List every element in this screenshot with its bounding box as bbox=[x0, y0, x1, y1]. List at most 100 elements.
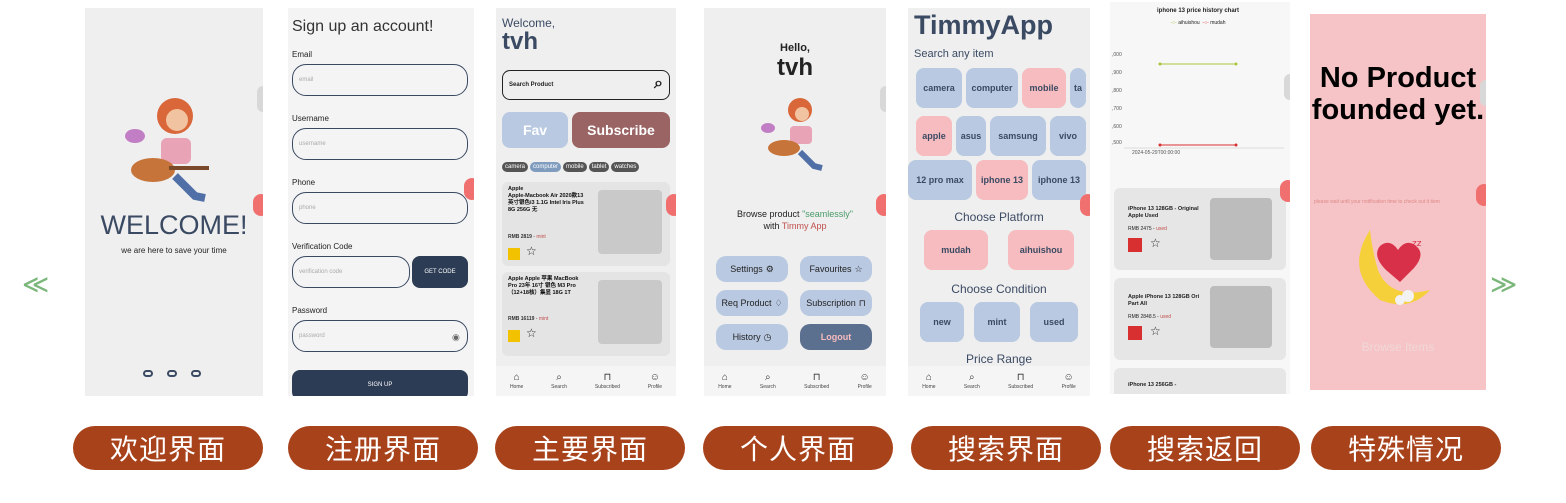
tab-home[interactable]: ⌂ Home bbox=[718, 372, 731, 390]
password-label: Password bbox=[292, 306, 328, 315]
search-input[interactable]: Search Product ⌕ bbox=[502, 70, 670, 100]
browse-items-link[interactable]: Browse Items bbox=[1310, 340, 1486, 354]
platform-chip[interactable]: mudah bbox=[924, 230, 988, 270]
chip-computer[interactable]: computer bbox=[530, 162, 562, 172]
side-tab-icon[interactable] bbox=[1476, 184, 1486, 206]
keyword-chip[interactable]: ta bbox=[1070, 68, 1086, 108]
user-name: tvh bbox=[502, 28, 538, 55]
product-card[interactable]: Apple Apple-Macbook Air 2020款13英寸银色i3 1.1… bbox=[502, 182, 670, 266]
side-tab-icon[interactable] bbox=[253, 194, 263, 216]
page-dot[interactable] bbox=[191, 370, 201, 377]
tab-subscribed[interactable]: ⊓ Subscribed bbox=[1008, 372, 1033, 390]
star-icon[interactable]: ☆ bbox=[526, 326, 537, 340]
profile-screen: Hello, tvh Browse product "seamlessly" w… bbox=[704, 8, 886, 396]
search-icon: ⌕ bbox=[765, 372, 771, 383]
phone-field[interactable]: phone bbox=[292, 192, 468, 224]
page-dot[interactable] bbox=[143, 370, 153, 377]
chip-tablet[interactable]: tablet bbox=[588, 162, 610, 172]
sign-up-button[interactable]: SIGN UP bbox=[292, 370, 468, 396]
req-product-button[interactable]: Req Product ♢ bbox=[716, 290, 788, 316]
history-button[interactable]: History ◷ bbox=[716, 324, 788, 350]
star-icon[interactable]: ☆ bbox=[526, 244, 537, 258]
chart-legend: -○- aihuishou -○- mudah bbox=[1170, 20, 1226, 26]
prev-arrow-icon[interactable]: ≪ bbox=[22, 270, 49, 300]
tab-home[interactable]: ⌂ Home bbox=[922, 372, 935, 390]
result-card[interactable]: iPhone 13 128GB - Original Apple Used RM… bbox=[1114, 188, 1286, 270]
tab-subscribed[interactable]: ⊓ Subscribed bbox=[595, 372, 620, 390]
tab-profile[interactable]: ☺ Profile bbox=[648, 372, 662, 390]
clock-icon: ◷ bbox=[763, 331, 772, 342]
condition-chip[interactable]: new bbox=[920, 302, 964, 342]
tab-subscribed[interactable]: ⊓ Subscribed bbox=[804, 372, 829, 390]
tab-search[interactable]: ⌕ Search bbox=[551, 372, 567, 390]
keyword-chip[interactable]: apple bbox=[916, 116, 952, 156]
result-title: Apple iPhone 13 128GB Ori Part All bbox=[1128, 294, 1200, 307]
keyword-chip[interactable]: mobile bbox=[1022, 68, 1066, 108]
result-card[interactable]: iPhone 13 256GB - bbox=[1114, 368, 1286, 394]
side-tab-icon[interactable] bbox=[876, 194, 886, 216]
y-tick: ,500 bbox=[1112, 140, 1122, 146]
get-code-button[interactable]: GET CODE bbox=[412, 256, 468, 288]
result-price: RMB 2475 - used bbox=[1128, 226, 1167, 232]
email-field[interactable]: email bbox=[292, 64, 468, 96]
logout-button[interactable]: Logout bbox=[800, 324, 872, 350]
chip-mobile[interactable]: mobile bbox=[563, 162, 587, 172]
result-title: iPhone 13 128GB - Original Apple Used bbox=[1128, 206, 1199, 219]
keyword-chip[interactable]: computer bbox=[966, 68, 1018, 108]
chip-camera[interactable]: camera bbox=[502, 162, 529, 172]
platform-chip[interactable]: aihuishou bbox=[1008, 230, 1074, 270]
password-field[interactable]: password bbox=[292, 320, 468, 352]
home-icon: ⌂ bbox=[925, 372, 932, 383]
side-handle-icon[interactable] bbox=[257, 86, 263, 112]
caption-signup: 注册界面 bbox=[288, 426, 478, 470]
side-handle-icon[interactable] bbox=[880, 86, 886, 112]
side-tab-icon[interactable] bbox=[464, 178, 474, 200]
tab-profile[interactable]: ☺ Profile bbox=[858, 372, 872, 390]
product-card[interactable]: Apple Apple 苹果 MacBook Pro 23年 16寸 银色 M3… bbox=[502, 272, 670, 356]
verification-field[interactable]: verification code bbox=[292, 256, 410, 288]
tab-search[interactable]: ⌕ Search bbox=[760, 372, 776, 390]
subscription-button[interactable]: Subscription ⊓ bbox=[800, 290, 872, 316]
side-handle-icon[interactable] bbox=[1480, 80, 1486, 106]
person-icon: ☺ bbox=[649, 372, 661, 383]
condition-chip[interactable]: mint bbox=[974, 302, 1020, 342]
page-dot[interactable] bbox=[167, 370, 177, 377]
side-tab-icon[interactable] bbox=[1080, 194, 1090, 216]
tab-search[interactable]: ⌕ Search bbox=[964, 372, 980, 390]
product-image bbox=[598, 190, 662, 254]
next-arrow-icon[interactable]: ≫ bbox=[1490, 270, 1517, 300]
bottom-tabbar: ⌂ Home ⌕ Search ⊓ Subscribed ☺ Profile bbox=[704, 366, 886, 396]
app-title: TimmyApp bbox=[914, 10, 1054, 40]
username-field[interactable]: username bbox=[292, 128, 468, 160]
star-icon[interactable]: ☆ bbox=[1150, 324, 1161, 338]
subscribe-button[interactable]: Subscribe bbox=[572, 112, 670, 148]
result-card[interactable]: Apple iPhone 13 128GB Ori Part All RMB 2… bbox=[1114, 278, 1286, 360]
search-icon[interactable]: ⌕ bbox=[654, 75, 663, 93]
eye-icon[interactable]: ◉ bbox=[452, 332, 460, 343]
home-icon: ⌂ bbox=[721, 372, 728, 383]
keyword-chip[interactable]: iphone 13 bbox=[1032, 160, 1086, 200]
bottom-tabbar: ⌂ Home ⌕ Search ⊓ Subscribed ☺ Profile bbox=[908, 366, 1090, 396]
keyword-chip[interactable]: vivo bbox=[1050, 116, 1086, 156]
settings-button[interactable]: Settings ⚙ bbox=[716, 256, 788, 282]
side-handle-icon[interactable] bbox=[1284, 74, 1290, 100]
tab-home[interactable]: ⌂ Home bbox=[510, 372, 523, 390]
keyword-chip[interactable]: iphone 13 bbox=[976, 160, 1028, 200]
chip-watches[interactable]: watches bbox=[611, 162, 640, 172]
empty-title: No Product founded yet. bbox=[1311, 62, 1485, 126]
condition-chip[interactable]: used bbox=[1030, 302, 1078, 342]
tab-profile[interactable]: ☺ Profile bbox=[1062, 372, 1076, 390]
keyword-chip[interactable]: 12 pro max bbox=[908, 160, 972, 200]
main-screen: Welcome, tvh Search Product ⌕ Fav Subscr… bbox=[496, 8, 676, 396]
keyword-chip[interactable]: asus bbox=[956, 116, 986, 156]
star-icon[interactable]: ☆ bbox=[1150, 236, 1161, 250]
username-label: Username bbox=[292, 114, 329, 123]
fav-button[interactable]: Fav bbox=[502, 112, 568, 148]
guitarist-illustration bbox=[125, 98, 209, 202]
keyword-chip[interactable]: samsung bbox=[990, 116, 1046, 156]
side-tab-icon[interactable] bbox=[666, 194, 676, 216]
side-tab-icon[interactable] bbox=[1280, 180, 1290, 202]
keyword-chip[interactable]: camera bbox=[916, 68, 962, 108]
favourites-button[interactable]: Favourites ☆ bbox=[800, 256, 872, 282]
home-icon: ⌂ bbox=[513, 372, 520, 383]
